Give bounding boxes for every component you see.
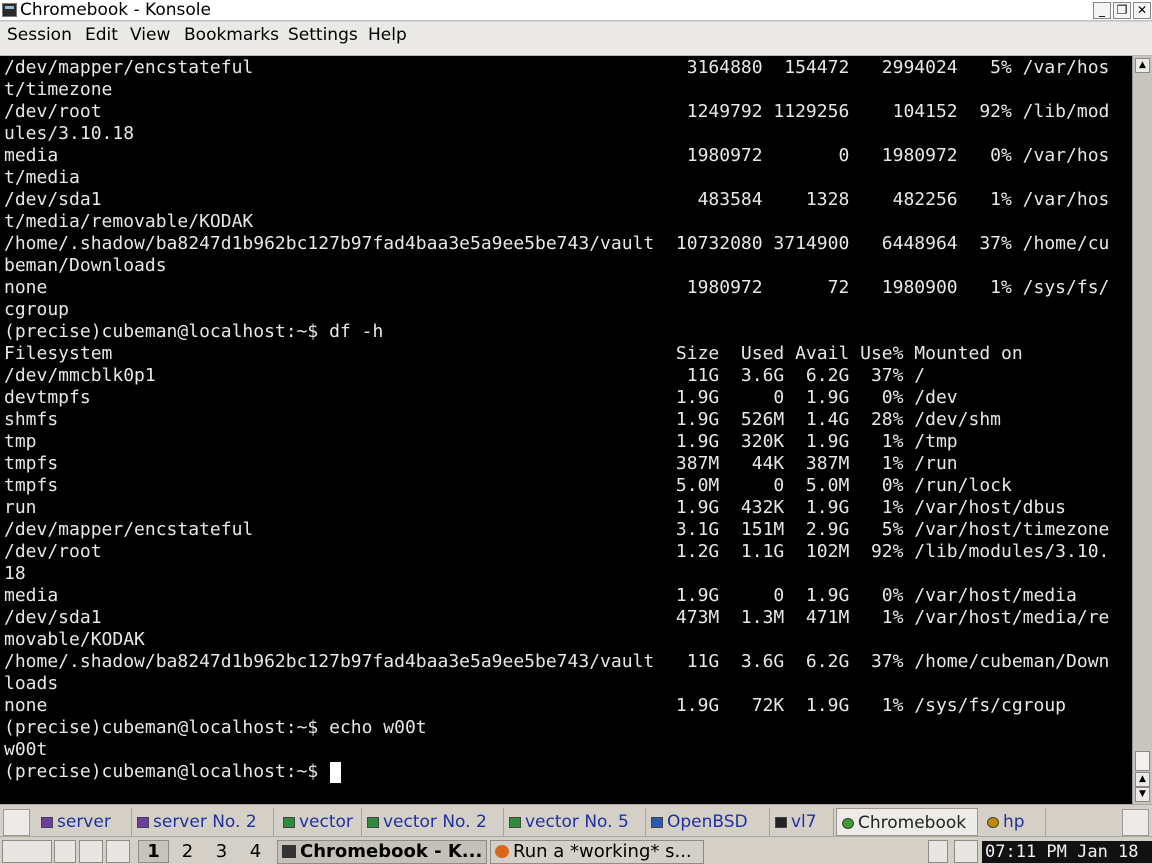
tab-label: Chromebook (858, 813, 967, 833)
taskbar-task-1[interactable]: Chromebook - K... (277, 840, 487, 864)
menu-edit[interactable]: Edit (85, 22, 118, 56)
tab-server[interactable]: server (36, 808, 132, 836)
tab-openbsd[interactable]: OpenBSD (646, 808, 770, 836)
terminal-icon (137, 817, 149, 828)
task-label: Chromebook - K... (300, 841, 483, 862)
task-label: Run a *working* s... (513, 841, 692, 862)
menu-settings[interactable]: Settings (288, 22, 358, 56)
desktop-1-button[interactable]: 1 (138, 840, 169, 863)
tab-server-no-2[interactable]: server No. 2 (132, 808, 274, 836)
terminal-output[interactable]: /dev/mapper/encstateful 3164880 154472 2… (0, 56, 1132, 804)
tab-vector-no-2[interactable]: vector No. 2 (362, 808, 504, 836)
menu-help[interactable]: Help (368, 22, 407, 56)
terminal-icon (509, 817, 521, 828)
konsole-icon (2, 3, 17, 17)
minimize-button[interactable]: _ (1093, 2, 1111, 19)
terminal-text: /dev/mapper/encstateful 3164880 154472 2… (4, 57, 1110, 782)
menu-bookmarks[interactable]: Bookmarks (184, 22, 279, 56)
firefox-icon (495, 845, 509, 858)
system-panel: 1234 Chromebook - K... Run a *working* s.… (0, 836, 1152, 864)
desktop-4-button[interactable]: 4 (240, 840, 271, 863)
klipper-icon[interactable] (928, 840, 948, 863)
tab-vl7[interactable]: vl7 (770, 808, 834, 836)
kde-menu-icon[interactable] (2, 840, 52, 863)
new-tab-icon[interactable] (3, 809, 30, 836)
desktop-3-button[interactable]: 3 (206, 840, 237, 863)
terminal-icon (283, 817, 295, 828)
desktop-2-button[interactable]: 2 (172, 840, 203, 863)
scroll-down-arrow-icon[interactable]: ▼ (1135, 787, 1150, 802)
clock[interactable]: 07:11 PM Jan 18 (982, 841, 1152, 863)
terminal-icon (651, 817, 663, 828)
tab-label: vector No. 5 (525, 812, 629, 832)
terminal-icon (367, 817, 379, 828)
tab-label: vl7 (791, 812, 817, 832)
taskbar-task-2[interactable]: Run a *working* s... (490, 840, 704, 864)
tab-label: server (57, 812, 111, 832)
terminal-icon (41, 817, 53, 828)
konsole-tab-bar: server server No. 2 vector vector No. 2 vect… (0, 804, 1152, 836)
volume-icon[interactable] (954, 840, 978, 863)
window-title-bar[interactable]: Chromebook - Konsole _ ❐ ✕ (0, 0, 1152, 21)
terminal-icon (282, 845, 296, 858)
tab-vector[interactable]: vector (278, 808, 362, 836)
close-button[interactable]: ✕ (1133, 2, 1151, 19)
menu-bar: Session Edit View Bookmarks Settings Hel… (0, 22, 1152, 56)
scroll-up-arrow-icon-lower[interactable]: ▲ (1135, 772, 1150, 787)
menu-view[interactable]: View (130, 22, 170, 56)
tab-label: vector (299, 812, 353, 832)
show-desktop-icon[interactable] (54, 840, 76, 863)
scroll-up-arrow-icon[interactable]: ▲ (1135, 58, 1150, 73)
hp-icon (987, 817, 999, 828)
terminal-scrollbar[interactable]: ▲ ▲ ▼ (1132, 56, 1152, 804)
close-tab-icon[interactable] (1122, 809, 1149, 836)
tab-chromebook[interactable]: Chromebook (836, 808, 978, 836)
tab-vector-no-5[interactable]: vector No. 5 (504, 808, 646, 836)
tux-icon (775, 817, 787, 828)
terminal-cursor (329, 762, 341, 783)
tab-label: server No. 2 (153, 812, 257, 832)
tab-label: OpenBSD (667, 812, 748, 832)
menu-session[interactable]: Session (7, 22, 72, 56)
tab-hp[interactable]: hp (982, 808, 1046, 836)
gear-icon (842, 818, 854, 829)
tab-label: vector No. 2 (383, 812, 487, 832)
window-list-icon[interactable] (79, 840, 103, 863)
scrollbar-thumb[interactable] (1135, 751, 1150, 771)
konsole-launcher-icon[interactable] (106, 840, 130, 863)
window-title: Chromebook - Konsole (20, 0, 211, 20)
tab-label: hp (1003, 812, 1025, 832)
maximize-button[interactable]: ❐ (1113, 2, 1131, 19)
